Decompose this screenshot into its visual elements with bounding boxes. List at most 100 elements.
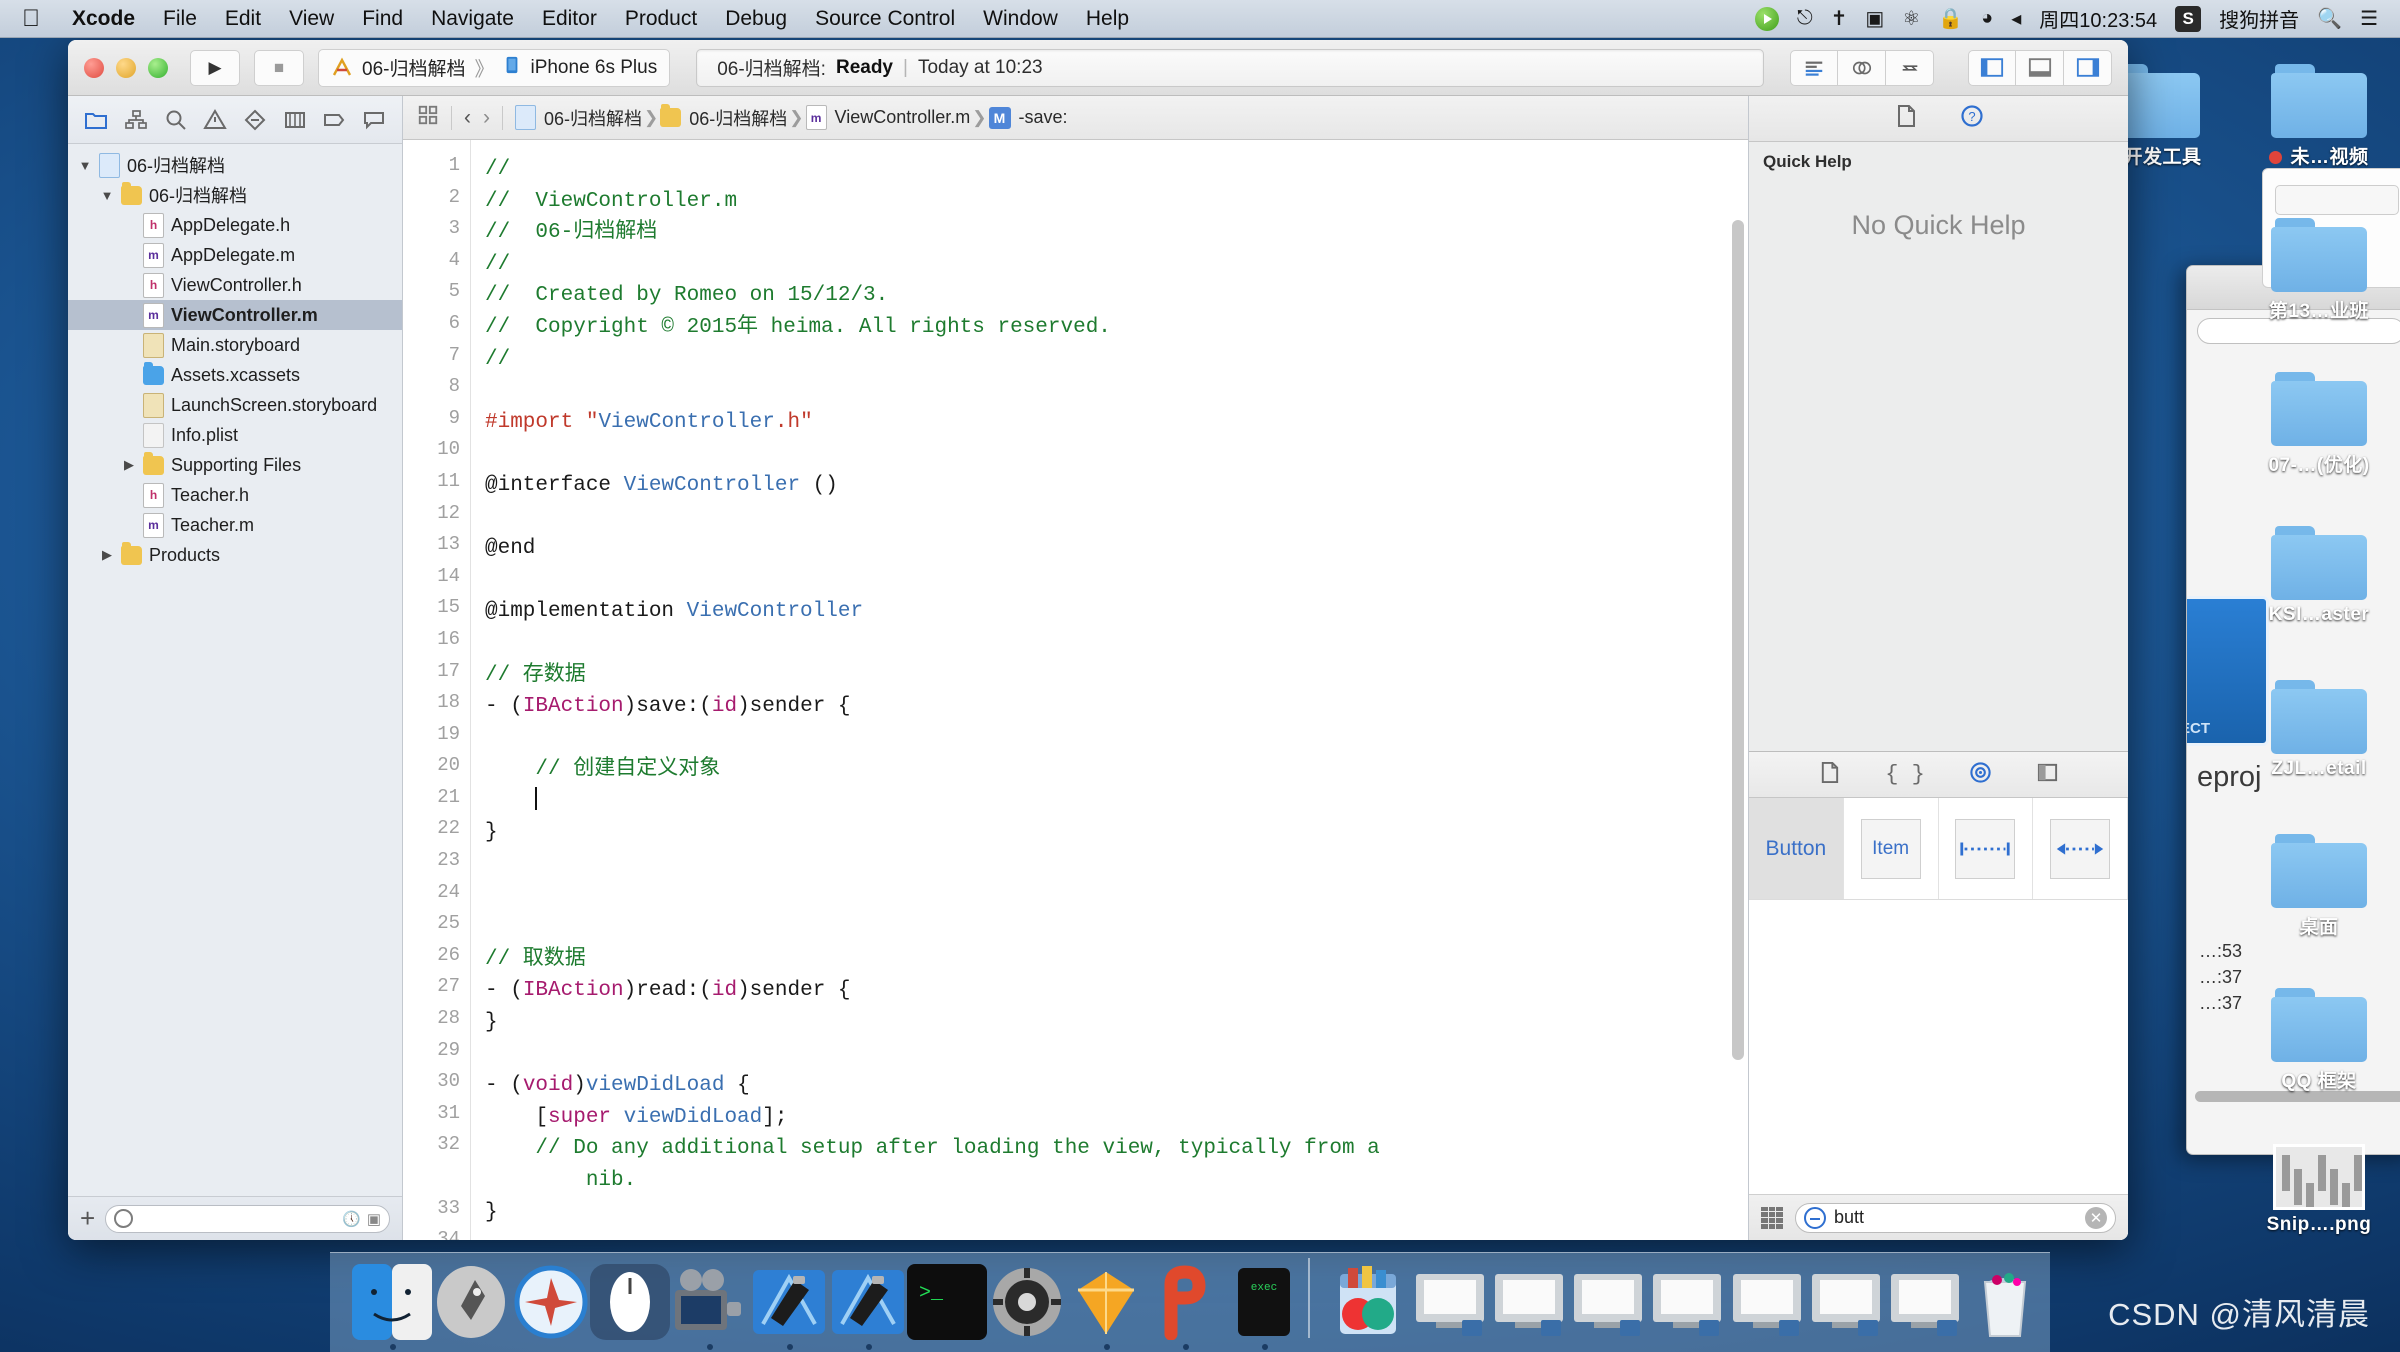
breadcrumb-item-0[interactable]: 06-归档解档 [515, 105, 642, 131]
chevron-right-icon[interactable]: ▶ [122, 457, 136, 473]
code-line[interactable]: // ViewController.m [485, 186, 1748, 218]
dock-item-safari[interactable] [505, 1258, 588, 1346]
dock-item-mouse-app[interactable] [584, 1258, 670, 1346]
object-library-icon[interactable] [1969, 761, 1992, 789]
dock-item-imovie[interactable] [663, 1258, 742, 1350]
report-navigator-icon[interactable] [359, 105, 389, 135]
line-number[interactable]: 3 [403, 217, 470, 249]
line-number[interactable]: 6 [403, 312, 470, 344]
line-number[interactable]: 8 [403, 375, 470, 407]
code-line[interactable] [485, 565, 1748, 597]
line-number[interactable]: 23 [403, 849, 470, 881]
line-number[interactable]: 5 [403, 280, 470, 312]
line-number[interactable]: 1 [403, 154, 470, 186]
assistant-editor-icon[interactable] [1838, 49, 1886, 86]
line-number[interactable]: 14 [403, 565, 470, 597]
code-line[interactable]: } [485, 1197, 1748, 1229]
line-number[interactable]: 9 [403, 407, 470, 439]
menu-item-product[interactable]: Product [611, 7, 711, 31]
library-item-flexible-space-icon[interactable] [2033, 798, 2128, 899]
dock-item-exec[interactable]: exec [1218, 1258, 1293, 1350]
add-file-button[interactable]: + [80, 1203, 95, 1234]
code-line[interactable]: // Copyright © 2015年 heima. All rights r… [485, 312, 1748, 344]
dock-item-window-3[interactable] [1562, 1258, 1643, 1346]
code-text[interactable]: //// ViewController.m// 06-归档解档//// Crea… [471, 140, 1748, 1240]
back-button[interactable]: ‹ [464, 106, 471, 130]
line-number[interactable]: 26 [403, 944, 470, 976]
code-line[interactable]: @end [485, 533, 1748, 565]
chevron-right-icon[interactable]: ▶ [100, 547, 114, 563]
code-line[interactable]: // [485, 344, 1748, 376]
code-line[interactable]: // [485, 249, 1748, 281]
menu-bar-clock[interactable]: 周四10:23:54 [2039, 4, 2157, 33]
library-item-item[interactable]: Item [1843, 798, 1939, 899]
version-editor-icon[interactable] [1886, 49, 1934, 86]
sidebar-item-supportingfiles[interactable]: ▶ Supporting Files [68, 450, 402, 480]
navigator-toggle-icon[interactable] [1968, 49, 2016, 86]
standard-editor-icon[interactable] [1790, 49, 1838, 86]
find-navigator-icon[interactable] [160, 105, 190, 135]
run-button[interactable]: ▶ [190, 49, 240, 86]
sidebar-item-teacher.h[interactable]: ▶hTeacher.h [68, 480, 402, 510]
dock-item-window-2[interactable] [1483, 1258, 1563, 1346]
desktop-icon-right-3[interactable]: KSI…aster [2244, 526, 2394, 676]
sidebar-item-teacher.m[interactable]: ▶mTeacher.m [68, 510, 402, 540]
line-number[interactable]: 11 [403, 470, 470, 502]
dock-item-window-6[interactable] [1800, 1258, 1881, 1346]
line-number[interactable]: 34 [403, 1228, 470, 1240]
desktop-icon-right-2[interactable]: 07-…(优化) [2244, 372, 2394, 522]
dock-item-window-4[interactable] [1641, 1258, 1722, 1346]
library-search-input[interactable]: butt ✕ [1795, 1202, 2116, 1233]
line-number[interactable]: 13 [403, 533, 470, 565]
line-number[interactable]: 10 [403, 438, 470, 470]
code-line[interactable]: // 创建自定义对象 [485, 754, 1748, 786]
code-line[interactable]: [super viewDidLoad]; [485, 1102, 1748, 1134]
chevron-down-icon[interactable]: ▼ [78, 158, 92, 173]
dock-item-xcode-beta[interactable] [822, 1258, 904, 1350]
breadcrumb-item-3[interactable]: M -save: [988, 106, 1068, 129]
code-line[interactable]: } [485, 1007, 1748, 1039]
menu-item-navigate[interactable]: Navigate [417, 7, 528, 31]
line-number[interactable]: 7 [403, 344, 470, 376]
desktop-icon-right-1[interactable]: 第13…业班 [2244, 218, 2394, 368]
close-button[interactable] [84, 57, 104, 78]
minimize-button[interactable] [116, 57, 136, 78]
symbol-navigator-icon[interactable] [121, 105, 151, 135]
code-line[interactable]: - (IBAction)read:(id)sender { [485, 975, 1748, 1007]
code-line[interactable] [485, 1039, 1748, 1071]
code-line[interactable] [485, 438, 1748, 470]
line-number[interactable]: 24 [403, 881, 470, 913]
input-method-badge[interactable]: S [2175, 5, 2202, 32]
code-line[interactable]: - (void)viewDidLoad { [485, 1070, 1748, 1102]
related-items-icon[interactable]: ▣ [367, 1210, 381, 1228]
line-number[interactable]: 31 [403, 1102, 470, 1134]
sidebar-item-06[interactable]: ▼ 06-归档解档 [68, 180, 402, 210]
line-number[interactable]: 15 [403, 596, 470, 628]
chevron-down-icon[interactable]: ▼ [100, 188, 114, 203]
media-library-icon[interactable] [2036, 761, 2059, 789]
utilities-toggle-icon[interactable] [2064, 49, 2112, 86]
dock-item-paw[interactable] [1139, 1258, 1214, 1350]
dock-item-terminal[interactable]: >_ [901, 1258, 988, 1346]
list-icon[interactable]: ☰ [2360, 6, 2378, 31]
desktop-icon-right-6[interactable]: QQ 框架 [2244, 988, 2394, 1138]
maximize-button[interactable] [148, 57, 168, 78]
sidebar-item-assets.xcassets[interactable]: ▶Assets.xcassets [68, 360, 402, 390]
code-line[interactable] [485, 786, 1748, 818]
line-number[interactable]: 32 [403, 1133, 470, 1165]
code-line[interactable]: nib. [485, 1165, 1748, 1197]
navigator-filter-input[interactable]: 🕔 ▣ [105, 1204, 390, 1233]
code-line[interactable] [485, 912, 1748, 944]
power-icon[interactable]: ⎋ [1797, 7, 1813, 30]
debug-navigator-icon[interactable] [280, 105, 310, 135]
line-number[interactable]: 30 [403, 1070, 470, 1102]
line-number[interactable]: 28 [403, 1007, 470, 1039]
desktop-icon-right-5[interactable]: 桌面 [2244, 834, 2394, 984]
line-number[interactable]: 27 [403, 975, 470, 1007]
line-number[interactable]: 22 [403, 817, 470, 849]
line-number[interactable]: 29 [403, 1039, 470, 1071]
desktop-icon-right-4[interactable]: ZJL…etail [2244, 680, 2394, 830]
code-line[interactable] [485, 849, 1748, 881]
breadcrumb-item-1[interactable]: 06-归档解档 [660, 104, 787, 131]
line-number[interactable]: 12 [403, 502, 470, 534]
